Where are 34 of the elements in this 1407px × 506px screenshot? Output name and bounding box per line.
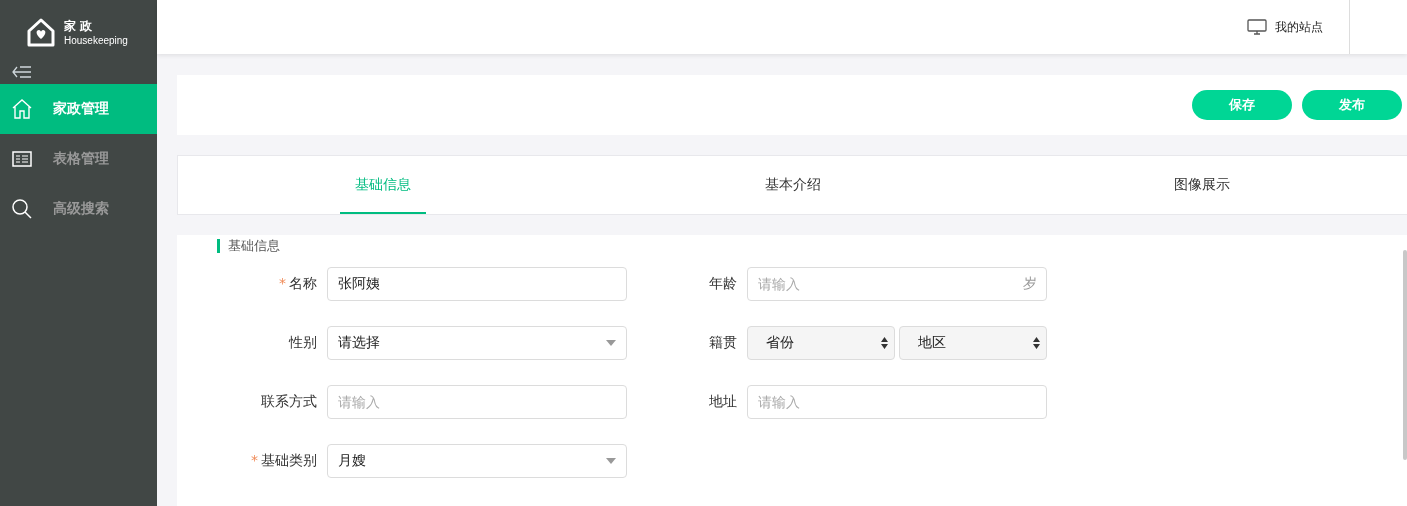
field-label: 基础类别 bbox=[261, 452, 317, 468]
field-label: 籍贯 bbox=[709, 334, 737, 350]
logo-title: 家 政 bbox=[64, 18, 94, 35]
input-field[interactable]: 请输入 bbox=[327, 385, 627, 419]
unit-suffix: 岁 bbox=[1023, 275, 1037, 293]
tab[interactable]: 图像展示 bbox=[997, 156, 1407, 214]
collapse-menu-icon[interactable] bbox=[12, 65, 32, 79]
search-icon bbox=[11, 198, 33, 220]
native-select[interactable]: 省份 bbox=[747, 326, 895, 360]
my-site-link[interactable]: 我的站点 bbox=[1247, 0, 1349, 54]
monitor-icon bbox=[1247, 18, 1267, 36]
required-asterisk: * bbox=[279, 275, 286, 291]
native-select[interactable]: 地区 bbox=[899, 326, 1047, 360]
input-field[interactable]: 张阿姨 bbox=[327, 267, 627, 301]
select-field[interactable]: 请选择 bbox=[327, 326, 627, 360]
section-title: 基础信息 bbox=[217, 239, 280, 253]
home-icon bbox=[11, 98, 33, 120]
house-heart-icon bbox=[26, 17, 56, 47]
scrollbar-thumb[interactable] bbox=[1403, 250, 1407, 460]
up-down-arrows-icon bbox=[1033, 337, 1040, 349]
up-down-arrows-icon bbox=[881, 337, 888, 349]
input-field[interactable]: 请输入 bbox=[747, 385, 1047, 419]
list-icon bbox=[11, 148, 33, 170]
select-field[interactable]: 月嫂 bbox=[327, 444, 627, 478]
field-label: 地址 bbox=[709, 393, 737, 409]
logo-subtitle: Housekeeping bbox=[64, 35, 128, 46]
caret-icon bbox=[606, 340, 616, 346]
field-label: 名称 bbox=[289, 275, 317, 291]
tab[interactable]: 基本介绍 bbox=[587, 156, 998, 214]
field-label: 联系方式 bbox=[261, 393, 317, 409]
field-label: 性别 bbox=[289, 334, 317, 350]
field-label: 年龄 bbox=[709, 275, 737, 291]
required-asterisk: * bbox=[251, 452, 258, 468]
caret-icon bbox=[606, 458, 616, 464]
